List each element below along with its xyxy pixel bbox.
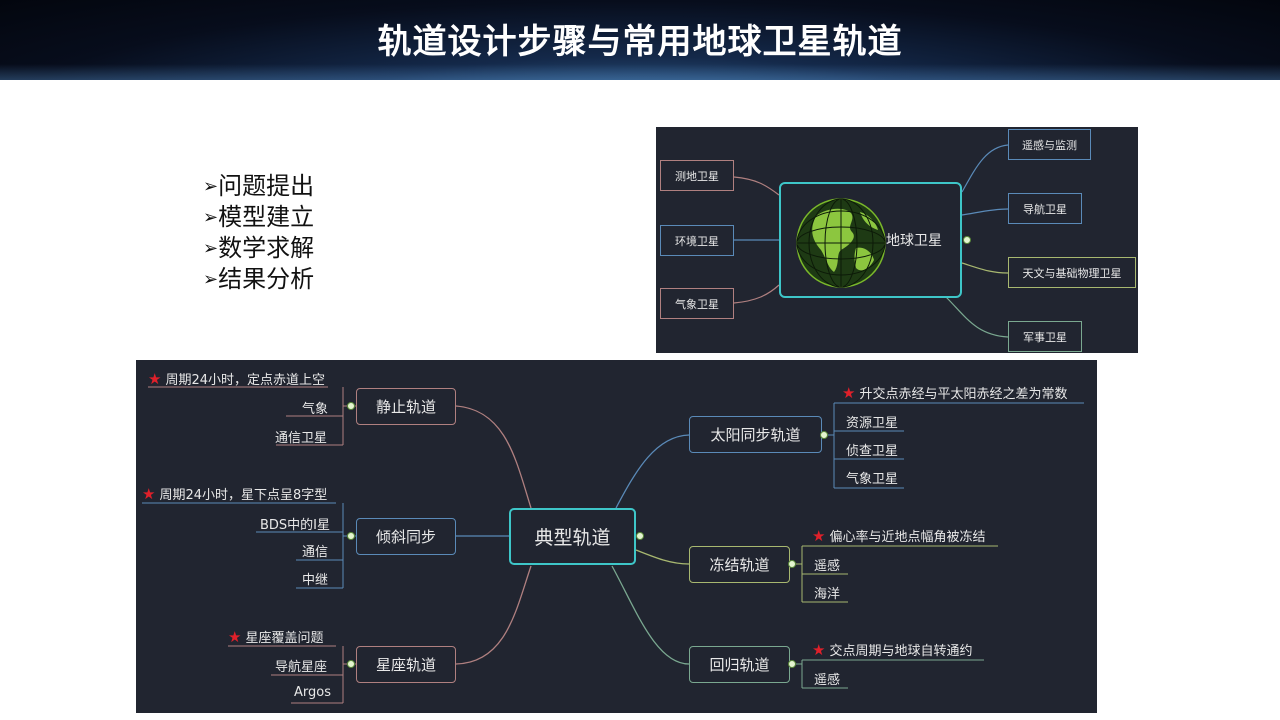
note-inclined-sync: ★ 周期24小时，星下点呈8字型 (142, 484, 328, 504)
node-geodetic-satellite: 测地卫星 (660, 160, 734, 191)
arrow-bullet-icon: ➢ (203, 207, 219, 228)
typical-orbit-mindmap: 典型轨道 ★ 周期24小时，定点赤道上空 气象 通信卫星 静止轨道 ★ 周期24小时… (136, 360, 1097, 713)
arrow-bullet-icon: ➢ (203, 238, 219, 259)
node-remote-sensing-satellite: 遥感与监测 (1008, 129, 1091, 160)
node-static-orbit: 静止轨道 (356, 388, 456, 425)
node-frozen-orbit: 冻结轨道 (689, 546, 790, 583)
globe-icon (796, 198, 886, 288)
star-icon: ★ (812, 526, 826, 545)
page-title: 轨道设计步骤与常用地球卫星轨道 (377, 22, 903, 62)
list-item: ➢结果分析 (203, 265, 315, 293)
leaf-resource-satellite: 资源卫星 (846, 416, 899, 431)
leaf-weather: 气象 (302, 402, 329, 417)
node-weather-satellite: 气象卫星 (660, 288, 734, 319)
note-constellation: ★ 星座覆盖问题 (228, 627, 324, 647)
note-recursive: ★ 交点周期与地球自转通约 (812, 640, 973, 660)
collapse-dot-icon[interactable] (347, 660, 355, 668)
title-banner: 轨道设计步骤与常用地球卫星轨道 (0, 0, 1280, 80)
leaf-comm: 通信 (302, 545, 329, 560)
star-icon: ★ (228, 627, 242, 646)
leaf-remote-sensing: 遥感 (814, 559, 841, 574)
node-navigation-satellite: 导航卫星 (1008, 193, 1082, 224)
node-astronomy-satellite: 天文与基础物理卫星 (1008, 257, 1136, 288)
leaf-recon-satellite: 侦查卫星 (846, 444, 899, 459)
node-environment-satellite: 环境卫星 (660, 225, 734, 256)
note-static-orbit: ★ 周期24小时，定点赤道上空 (148, 369, 325, 389)
collapse-dot-icon[interactable] (347, 532, 355, 540)
note-sun-sync: ★ 升交点赤经与平太阳赤经之差为常数 (842, 383, 1068, 403)
leaf-bds-i-star: BDS中的I星 (260, 518, 331, 533)
collapse-dot-icon[interactable] (788, 560, 796, 568)
collapse-dot-icon[interactable] (788, 660, 796, 668)
star-icon: ★ (148, 369, 162, 388)
leaf-nav-constellation: 导航星座 (275, 660, 328, 675)
collapse-dot-icon[interactable] (820, 431, 828, 439)
star-icon: ★ (142, 484, 156, 503)
collapse-dot-icon[interactable] (347, 402, 355, 410)
node-constellation-orbit: 星座轨道 (356, 646, 456, 683)
leaf-ocean: 海洋 (814, 587, 841, 602)
collapse-dot-icon[interactable] (963, 236, 971, 244)
note-frozen: ★ 偏心率与近地点幅角被冻结 (812, 526, 986, 546)
leaf-relay: 中继 (302, 573, 329, 588)
node-military-satellite: 军事卫星 (1008, 321, 1082, 352)
leaf-argos: Argos (294, 685, 331, 700)
steps-list: ➢问题提出 ➢模型建立 ➢数学求解 ➢结果分析 (203, 172, 314, 296)
arrow-bullet-icon: ➢ (203, 176, 219, 197)
list-item: ➢问题提出 (203, 172, 315, 200)
node-typical-orbit-center: 典型轨道 (509, 508, 636, 565)
leaf-comm-satellite: 通信卫星 (275, 431, 328, 446)
collapse-dot-icon[interactable] (636, 532, 644, 540)
star-icon: ★ (812, 640, 826, 659)
node-sun-sync-orbit: 太阳同步轨道 (689, 416, 822, 453)
node-inclined-sync: 倾斜同步 (356, 518, 456, 555)
earth-satellite-mindmap: 测地卫星 环境卫星 气象卫星 地球卫星 遥感与监测 导航卫星 天文与基础物理卫星… (656, 127, 1138, 353)
list-item: ➢数学求解 (203, 234, 315, 262)
leaf-remote-sensing-2: 遥感 (814, 673, 841, 688)
star-icon: ★ (842, 383, 856, 402)
leaf-weather-satellite: 气象卫星 (846, 472, 899, 487)
arrow-bullet-icon: ➢ (203, 269, 219, 290)
list-item: ➢模型建立 (203, 203, 315, 231)
node-recursive-orbit: 回归轨道 (689, 646, 790, 683)
